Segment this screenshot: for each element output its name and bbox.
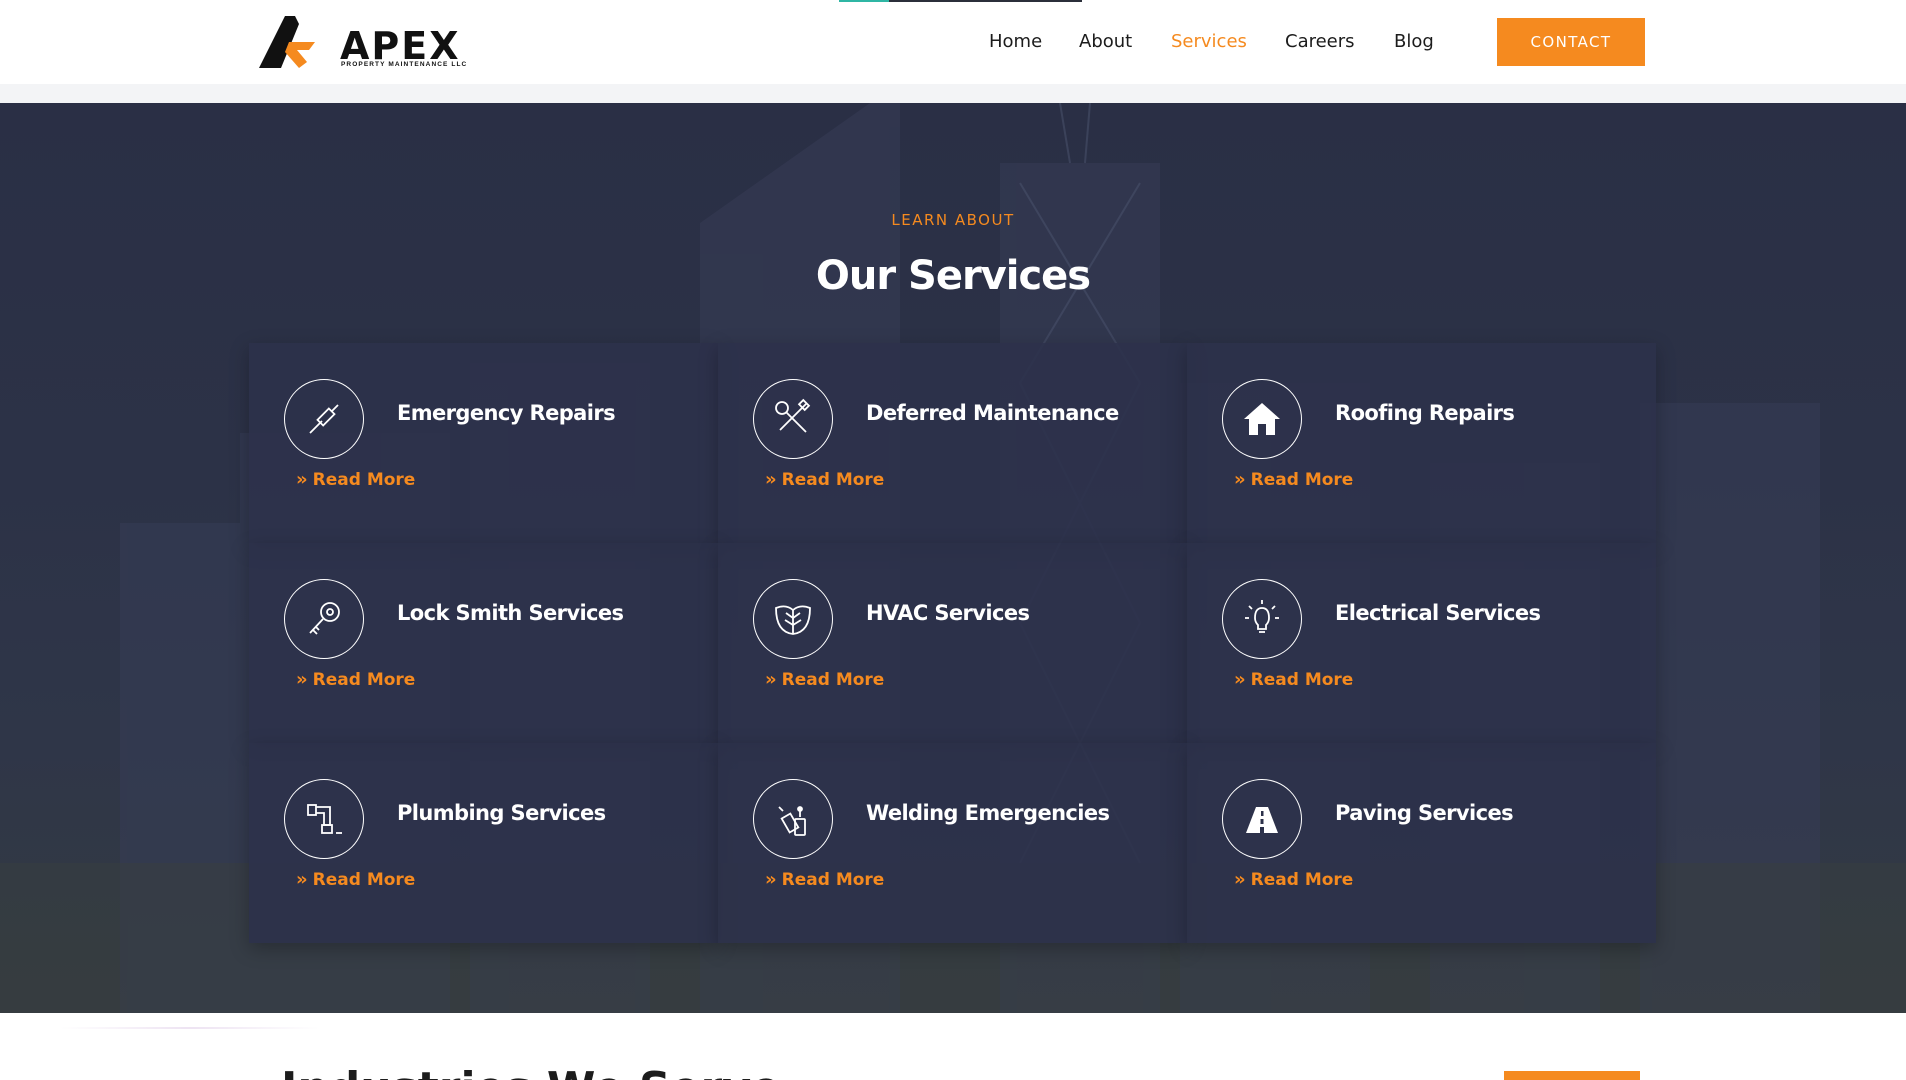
double-chevron-right-icon: » <box>296 669 308 690</box>
read-more-link[interactable]: » Read More <box>765 869 884 890</box>
service-title: Lock Smith Services <box>397 601 624 625</box>
read-more-link[interactable]: » Read More <box>1234 869 1353 890</box>
service-card-electrical[interactable]: Electrical Services » Read More <box>1187 543 1656 743</box>
header-divider <box>0 84 1906 103</box>
header-top-accent <box>839 0 1082 2</box>
double-chevron-right-icon: » <box>296 869 308 890</box>
leaf-icon <box>753 579 833 659</box>
nav-home[interactable]: Home <box>989 27 1042 57</box>
service-card-roofing-repairs[interactable]: Roofing Repairs » Read More <box>1187 343 1656 543</box>
double-chevron-right-icon: » <box>296 469 308 490</box>
double-chevron-right-icon: » <box>765 869 777 890</box>
services-section: LEARN ABOUT Our Services Emergency Repai… <box>0 103 1906 1013</box>
welding-torch-icon <box>753 779 833 859</box>
brand-name: APEX <box>340 24 461 68</box>
read-more-link[interactable]: » Read More <box>1234 669 1353 690</box>
brand-logo[interactable]: APEX PROPERTY MAINTENANCE LLC <box>259 14 479 70</box>
service-title: Plumbing Services <box>397 801 606 825</box>
decorative-line <box>60 1027 320 1029</box>
house-icon <box>1222 379 1302 459</box>
nav-careers[interactable]: Careers <box>1285 27 1355 57</box>
service-card-paving[interactable]: Paving Services » Read More <box>1187 743 1656 943</box>
pipe-icon <box>284 779 364 859</box>
read-more-link[interactable]: » Read More <box>765 469 884 490</box>
services-grid: Emergency Repairs » Read More Deferred Ma… <box>249 343 1656 943</box>
industries-heading: Industries We Serve <box>281 1063 781 1080</box>
contact-button[interactable]: CONTACT <box>1497 18 1645 66</box>
nav-blog[interactable]: Blog <box>1394 27 1434 57</box>
light-bulb-icon <box>1222 579 1302 659</box>
service-card-plumbing[interactable]: Plumbing Services » Read More <box>249 743 718 943</box>
road-icon <box>1222 779 1302 859</box>
nav-about[interactable]: About <box>1079 27 1132 57</box>
service-title: Electrical Services <box>1335 601 1541 625</box>
read-more-link[interactable]: » Read More <box>296 469 415 490</box>
read-more-link[interactable]: » Read More <box>765 669 884 690</box>
service-title: HVAC Services <box>866 601 1030 625</box>
read-more-link[interactable]: » Read More <box>296 669 415 690</box>
apex-logo-mark-icon <box>259 16 315 68</box>
service-title: Roofing Repairs <box>1335 401 1515 425</box>
services-title: Our Services <box>815 253 1091 299</box>
service-card-welding[interactable]: Welding Emergencies » Read More <box>718 743 1187 943</box>
screwdriver-icon <box>284 379 364 459</box>
wrench-screwdriver-icon <box>753 379 833 459</box>
service-card-deferred-maintenance[interactable]: Deferred Maintenance » Read More <box>718 343 1187 543</box>
key-icon <box>284 579 364 659</box>
double-chevron-right-icon: » <box>1234 869 1246 890</box>
service-title: Welding Emergencies <box>866 801 1110 825</box>
double-chevron-right-icon: » <box>1234 469 1246 490</box>
industries-button[interactable] <box>1504 1071 1640 1080</box>
read-more-link[interactable]: » Read More <box>1234 469 1353 490</box>
double-chevron-right-icon: » <box>765 469 777 490</box>
industries-section: Industries We Serve <box>0 1013 1906 1080</box>
service-title: Deferred Maintenance <box>866 401 1119 425</box>
double-chevron-right-icon: » <box>765 669 777 690</box>
service-title: Paving Services <box>1335 801 1514 825</box>
brand-tagline: PROPERTY MAINTENANCE LLC <box>341 61 468 68</box>
site-header: APEX PROPERTY MAINTENANCE LLC Home About… <box>0 0 1906 84</box>
service-card-lock-smith[interactable]: Lock Smith Services » Read More <box>249 543 718 743</box>
service-title: Emergency Repairs <box>397 401 616 425</box>
nav-services[interactable]: Services <box>1171 27 1247 57</box>
read-more-link[interactable]: » Read More <box>296 869 415 890</box>
services-eyebrow: LEARN ABOUT <box>891 211 1015 229</box>
double-chevron-right-icon: » <box>1234 669 1246 690</box>
service-card-hvac[interactable]: HVAC Services » Read More <box>718 543 1187 743</box>
service-card-emergency-repairs[interactable]: Emergency Repairs » Read More <box>249 343 718 543</box>
